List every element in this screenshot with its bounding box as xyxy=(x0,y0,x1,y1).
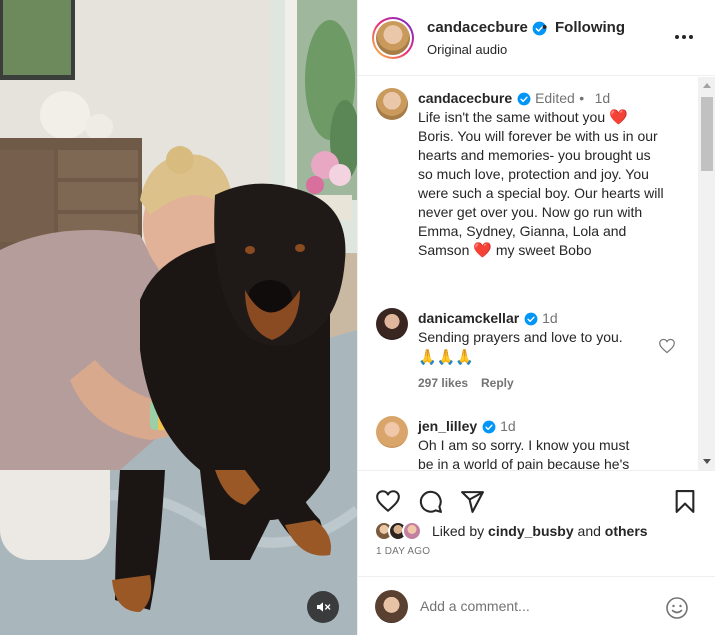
caption-line: hearts and memories- you brought us xyxy=(418,147,651,163)
original-audio-link[interactable]: Original audio xyxy=(427,42,507,57)
praying-hands-emoji: 🙏🙏🙏 xyxy=(418,349,475,366)
caption-line: were such a special boy. Our hearts will xyxy=(418,185,664,201)
more-options-button[interactable] xyxy=(672,27,696,47)
following-button[interactable]: Following xyxy=(555,19,625,36)
verified-badge-icon xyxy=(517,92,531,106)
post-header: candacecbure • Following Original audio xyxy=(358,0,716,76)
add-comment-input[interactable] xyxy=(420,595,650,617)
caption-author-avatar[interactable] xyxy=(376,88,408,120)
liker-avatar[interactable] xyxy=(402,521,422,541)
current-user-avatar xyxy=(375,590,408,623)
commenter-username[interactable]: jen_lilley xyxy=(418,418,477,434)
more-horizontal-icon xyxy=(675,35,679,39)
commenter-avatar[interactable] xyxy=(376,308,408,340)
caption-line: Boris. You will forever be with us in ou… xyxy=(418,128,658,144)
comments-scrollbar[interactable] xyxy=(698,77,716,470)
caption-line: so much love, protection and joy. You xyxy=(418,166,649,182)
comment-timestamp[interactable]: 1d xyxy=(542,310,558,326)
comment-line: Sending prayers and love to you. xyxy=(418,329,623,345)
liked-by-prefix: Liked by xyxy=(432,523,485,539)
like-heart-icon[interactable] xyxy=(375,489,401,513)
commenter-avatar[interactable] xyxy=(376,416,408,448)
speaker-muted-icon xyxy=(317,602,331,612)
post-image xyxy=(0,0,357,635)
mute-audio-button[interactable] xyxy=(307,591,339,623)
caption-line: Samson xyxy=(418,242,470,258)
caption-separator: • xyxy=(579,90,585,106)
scroll-thumb[interactable] xyxy=(701,97,713,171)
scroll-up-arrow-icon[interactable] xyxy=(703,83,711,88)
reply-button[interactable]: Reply xyxy=(481,376,514,390)
share-paper-plane-icon[interactable] xyxy=(460,489,485,514)
scroll-down-arrow-icon[interactable] xyxy=(703,459,711,464)
caption-timestamp[interactable]: 1d xyxy=(595,90,611,106)
red-heart-emoji: ❤️ xyxy=(609,109,628,126)
verified-badge-icon xyxy=(524,312,538,326)
author-avatar xyxy=(376,21,410,55)
post-actions: Liked by cindy_busby and others 1 DAY AG… xyxy=(358,470,716,566)
red-heart-emoji: ❤️ xyxy=(473,242,492,259)
author-username-link[interactable]: candacecbure xyxy=(427,19,547,36)
comment-bubble-icon[interactable] xyxy=(418,489,443,514)
comment-likes-count[interactable]: 297 likes xyxy=(418,376,468,390)
caption-line: my sweet Bobo xyxy=(495,242,592,258)
caption-line: Emma, Sydney, Gianna, Lola and xyxy=(418,223,627,239)
caption-text: Life isn't the same without you ❤️ Boris… xyxy=(418,108,693,260)
header-separator: • xyxy=(542,19,548,36)
comment-text: Oh I am so sorry. I know you must be in … xyxy=(418,436,668,470)
post-photo[interactable] xyxy=(0,0,357,635)
caption-line: never get over you. Now go run with xyxy=(418,204,643,220)
window-edge xyxy=(715,0,722,635)
emoji-smiley-icon[interactable] xyxy=(665,596,689,620)
post-details-panel: candacecbure • Following Original audio … xyxy=(357,0,716,635)
comments-list[interactable]: candacecbure Edited • 1d Life isn't the … xyxy=(358,77,704,470)
comment-timestamp[interactable]: 1d xyxy=(500,418,516,434)
commenter-username[interactable]: danicamckellar xyxy=(418,310,519,326)
add-comment-bar xyxy=(358,576,716,635)
verified-badge-icon xyxy=(482,420,496,434)
liked-by-others-link[interactable]: others xyxy=(605,523,648,539)
caption-username[interactable]: candacecbure xyxy=(418,90,512,106)
author-username[interactable]: candacecbure xyxy=(427,19,528,36)
author-avatar-story-ring[interactable] xyxy=(372,17,414,59)
instagram-post-modal: candacecbure • Following Original audio … xyxy=(0,0,722,635)
post-timestamp[interactable]: 1 DAY AGO xyxy=(376,546,430,557)
caption-line: Life isn't the same without you xyxy=(418,109,606,125)
liked-by-user-link[interactable]: cindy_busby xyxy=(488,523,574,539)
comment-line: be in a world of pain because he's xyxy=(418,456,630,470)
liked-by-summary: Liked by cindy_busby and others xyxy=(432,523,648,539)
save-bookmark-icon[interactable] xyxy=(674,489,696,514)
heart-outline-icon[interactable] xyxy=(658,338,676,354)
comment-text: Sending prayers and love to you. 🙏🙏🙏 xyxy=(418,328,668,369)
edited-label: Edited xyxy=(535,90,575,106)
liked-by-and: and xyxy=(577,523,601,539)
comment-line: Oh I am so sorry. I know you must xyxy=(418,437,630,453)
